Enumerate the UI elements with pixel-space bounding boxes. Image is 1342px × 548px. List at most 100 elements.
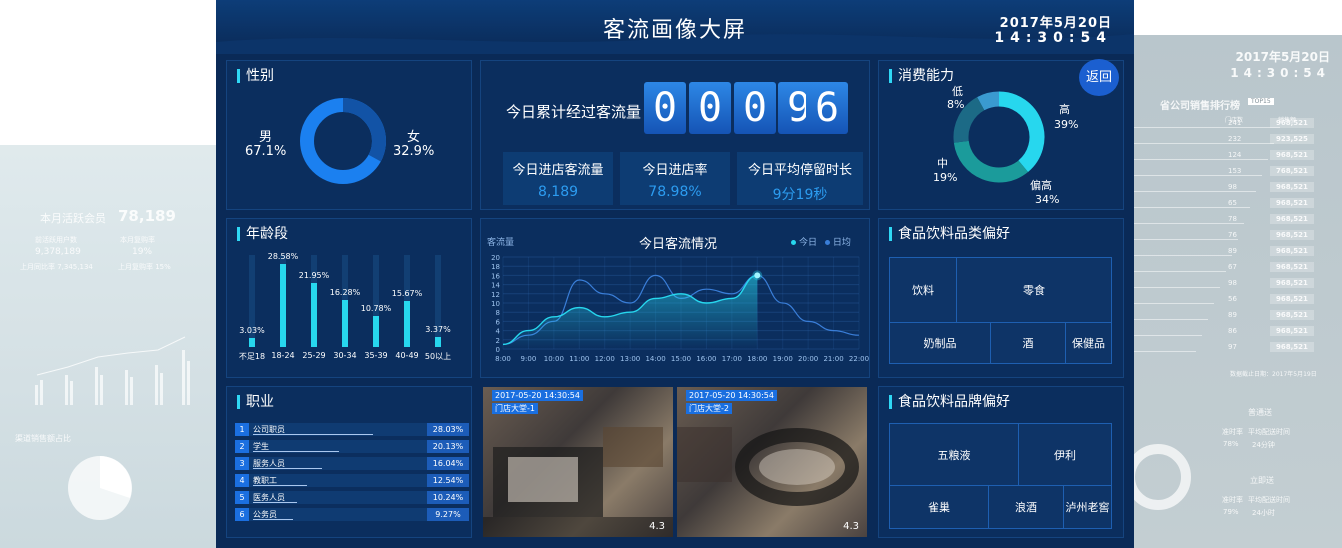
bg-time: 14:30:54 xyxy=(1230,66,1330,80)
age-bar xyxy=(435,337,441,347)
ranking-store-count: 153 xyxy=(1228,167,1242,175)
delivery-label: 准时率 xyxy=(1222,428,1243,436)
ranking-sales: 968,521 xyxy=(1270,326,1314,336)
age-value-label: 15.67% xyxy=(391,289,423,299)
header-date: 2017年5月20日 xyxy=(999,16,1112,31)
job-pct: 20.13% xyxy=(427,440,469,453)
ranking-row xyxy=(1130,159,1268,160)
background-bar-chart xyxy=(35,336,190,405)
mid-label: 中 xyxy=(937,157,948,170)
x-tick-label: 18:00 xyxy=(747,355,767,363)
consumption-title: 消费能力 xyxy=(889,69,954,83)
metric-label: 前活跃用户数 xyxy=(35,236,77,244)
ranking-row xyxy=(1130,335,1202,336)
age-value-label: 3.37% xyxy=(425,325,451,335)
header: 客流画像大屏 2017年5月20日 14:30:54 xyxy=(216,0,1134,54)
jobs-title: 职业 xyxy=(237,395,274,409)
brand-cell[interactable]: 雀巢 xyxy=(889,485,989,529)
female-pct: 32.9% xyxy=(393,144,435,159)
ranking-store-count: 67 xyxy=(1228,263,1237,271)
high-pct: 39% xyxy=(1054,118,1079,131)
ranking-row xyxy=(1130,143,1274,144)
brand-cell[interactable]: 泸州老窖 xyxy=(1063,485,1112,529)
ranking-sales: 968,521 xyxy=(1270,246,1314,256)
top15-badge: TOP15 xyxy=(1248,98,1274,105)
job-bar xyxy=(253,519,293,520)
age-value-label: 10.78% xyxy=(360,303,392,313)
y-tick-label: 6 xyxy=(496,318,501,326)
age-bar xyxy=(342,299,348,347)
ranking-row xyxy=(1130,319,1208,320)
job-pct: 12.54% xyxy=(427,474,469,487)
food-category-title: 食品饮料品类偏好 xyxy=(889,227,1010,241)
camera-feed-1[interactable]: 2017-05-20 14:30:54 门店大堂-1 4.3 xyxy=(483,387,673,537)
category-cell[interactable]: 奶制品 xyxy=(889,322,991,364)
ranking-row xyxy=(1130,239,1238,240)
ranking-store-count: 89 xyxy=(1228,247,1237,255)
ranking-store-count: 65 xyxy=(1228,199,1237,207)
ranking-row xyxy=(1130,207,1250,208)
ranking-sales: 968,521 xyxy=(1270,262,1314,272)
female-arc xyxy=(342,98,386,162)
x-tick-label: 15:00 xyxy=(671,355,691,363)
camera-number: 4.3 xyxy=(843,521,859,532)
stat-entry-rate: 今日进店率 78.98% xyxy=(620,152,730,205)
category-cell[interactable]: 保健品 xyxy=(1065,322,1112,364)
ranking-row xyxy=(1130,271,1226,272)
stat-avg-stay: 今日平均停留时长 9分19秒 xyxy=(737,152,863,205)
flow-legend: 今日 日均 xyxy=(791,235,851,248)
brand-cell[interactable]: 五粮液 xyxy=(889,423,1019,486)
category-cell[interactable]: 零食 xyxy=(956,257,1112,323)
stat-value: 8,189 xyxy=(537,184,579,200)
y-tick-label: 8 xyxy=(496,309,500,317)
consumption-segment xyxy=(998,91,1045,173)
job-row: 6 公务员 9.27% xyxy=(235,508,469,521)
today-current-point xyxy=(754,272,761,279)
job-row: 2 学生 20.13% xyxy=(235,440,469,453)
ranking-row xyxy=(1130,351,1196,352)
delivery-label: 平均配送时间 xyxy=(1248,428,1290,436)
job-bar xyxy=(253,485,307,486)
job-bar xyxy=(253,468,322,469)
consumption-segment xyxy=(953,140,1028,183)
header-time: 14:30:54 xyxy=(994,30,1112,46)
camera-feed-2[interactable]: 2017-05-20 14:30:54 门店大堂-2 4.3 xyxy=(677,387,867,537)
flow-ylabel: 客流量 xyxy=(487,238,515,248)
job-pct: 16.04% xyxy=(427,457,469,470)
job-row: 5 医务人员 10.24% xyxy=(235,491,469,504)
job-bar xyxy=(253,434,373,435)
brand-cell[interactable]: 浪酒 xyxy=(988,485,1064,529)
age-value-label: 3.03% xyxy=(239,326,265,336)
category-cell[interactable]: 酒 xyxy=(990,322,1066,364)
gender-panel: 性别 男 67.1% 女 32.9% xyxy=(226,60,472,210)
x-tick-label: 10:00 xyxy=(544,355,564,363)
brand-cell[interactable]: 伊利 xyxy=(1018,423,1112,486)
low-label: 低 xyxy=(952,85,963,98)
metric-value: 19% xyxy=(132,247,153,257)
mid-pct: 19% xyxy=(933,171,958,184)
x-tick-label: 20:00 xyxy=(798,355,818,363)
male-label: 男 xyxy=(259,130,273,145)
ranking-row xyxy=(1130,127,1280,128)
age-value-label: 21.95% xyxy=(298,271,330,281)
job-pct: 10.24% xyxy=(427,491,469,504)
metric-label: 上月复购率 15% xyxy=(118,263,171,271)
ranking-sales: 768,521 xyxy=(1270,166,1314,176)
camera-name: 门店大堂-2 xyxy=(686,403,732,414)
ranking-sales: 968,521 xyxy=(1270,278,1314,288)
category-cell[interactable]: 饮料 xyxy=(889,257,957,323)
job-rank: 6 xyxy=(235,508,249,521)
age-value-label: 16.28% xyxy=(329,287,361,297)
x-tick-label: 14:00 xyxy=(645,355,665,363)
x-tick-label: 21:00 xyxy=(823,355,843,363)
food-brand-title: 食品饮料品牌偏好 xyxy=(889,395,1010,409)
bg-date: 2017年5月20日 xyxy=(1235,50,1330,64)
delivery-value: 24分钟 xyxy=(1252,441,1275,449)
ranking-sales: 968,521 xyxy=(1270,310,1314,320)
x-tick-label: 13:00 xyxy=(620,355,640,363)
food-category-panel: 食品饮料品类偏好 饮料 零食 奶制品 酒 保健品 xyxy=(878,218,1124,378)
back-button[interactable]: 返回 xyxy=(1079,59,1119,96)
ranking-sales: 968,521 xyxy=(1270,294,1314,304)
age-panel: 年龄段 3.03% 不足18 28.58% 18-24 21.95% 25-29 16.28… xyxy=(226,218,472,378)
gender-title: 性别 xyxy=(237,69,274,83)
